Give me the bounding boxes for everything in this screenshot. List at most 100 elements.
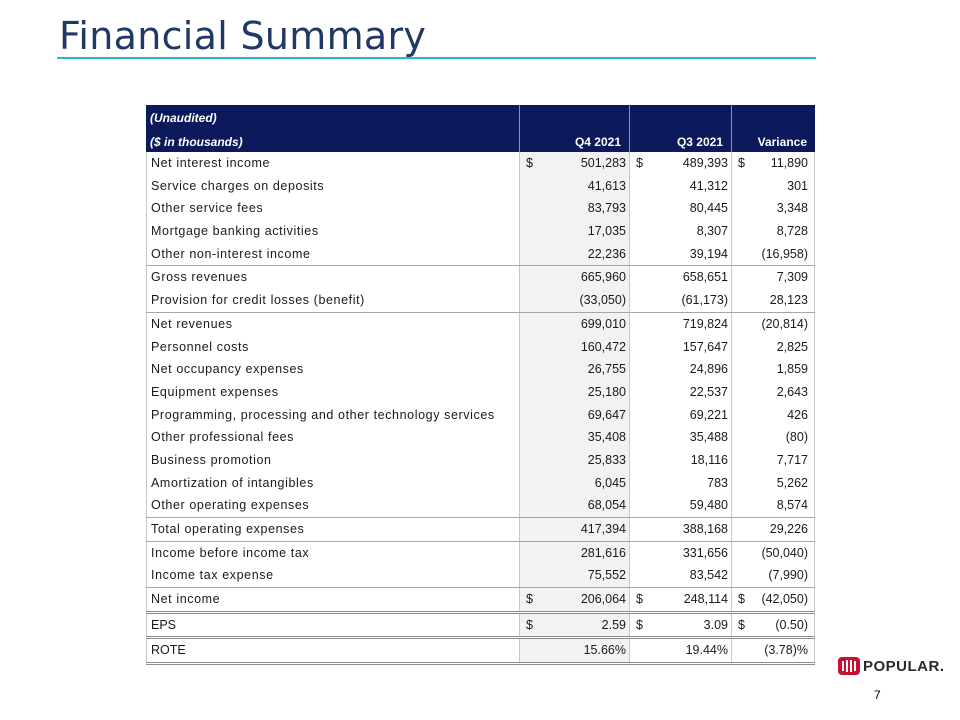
cell-q4: 22,236	[519, 242, 629, 266]
row-label: Income before income tax	[146, 541, 519, 565]
table-row: Other non-interest income 22,236 39,194 …	[146, 242, 815, 266]
cell-variance: 8,728	[731, 220, 815, 243]
cell-variance: (3.78)%	[731, 639, 815, 663]
cell-q4: 75,552	[519, 564, 629, 588]
header-q4-cell: Q4 2021	[519, 105, 629, 152]
table-row: Net revenues 699,010 719,824 (20,814)	[146, 311, 815, 336]
value-q3: 248,114	[683, 592, 728, 607]
value-variance: (42,050)	[761, 592, 808, 607]
page-title: Financial Summary	[59, 14, 427, 58]
table-row: Programming, processing and other techno…	[146, 403, 815, 427]
table-bottom-rule	[146, 662, 815, 666]
cell-q3: 59,480	[629, 494, 731, 518]
cell-q3: 19.44%	[629, 639, 731, 663]
table-row: EPS $2.59 $3.09 $ (0.50)	[146, 610, 815, 637]
row-label: Other non-interest income	[146, 242, 519, 266]
cell-q3: 83,542	[629, 564, 731, 588]
cell-q4: 417,394	[519, 518, 629, 541]
currency-symbol: $	[526, 617, 533, 632]
row-label: Net revenues	[146, 312, 519, 336]
cell-variance: 2,643	[731, 380, 815, 404]
cell-q4: 160,472	[519, 335, 629, 359]
cell-variance: $ (42,050)	[731, 588, 815, 611]
cell-variance: (20,814)	[731, 312, 815, 336]
cell-q3: 331,656	[629, 541, 731, 565]
table-row: Net occupancy expenses 26,755 24,896 1,8…	[146, 358, 815, 381]
popular-logo: POPULAR.	[838, 657, 945, 675]
column-header-q4: Q4 2021	[574, 135, 621, 149]
value-q4: 2.59	[601, 617, 626, 632]
row-label: Other operating expenses	[146, 494, 519, 518]
table-header: (Unaudited) ($ in thousands) Q4 2021 Q3 …	[146, 105, 815, 152]
table-row: Equipment expenses 25,180 22,537 2,643	[146, 380, 815, 404]
value-variance: (0.50)	[775, 617, 808, 632]
cell-variance: 1,859	[731, 358, 815, 381]
value-q3: 489,393	[682, 156, 728, 170]
popular-logo-icon	[838, 657, 860, 675]
currency-symbol: $	[636, 592, 643, 607]
row-label: Total operating expenses	[146, 518, 519, 541]
cell-q4: 6,045	[519, 471, 629, 495]
table-row: Income before income tax 281,616 331,656…	[146, 540, 815, 565]
cell-variance: 28,123	[731, 289, 815, 312]
table-row: Other operating expenses 68,054 59,480 8…	[146, 494, 815, 518]
cell-q4: 17,035	[519, 220, 629, 243]
cell-q3: 24,896	[629, 358, 731, 381]
cell-variance: (16,958)	[731, 242, 815, 266]
cell-q3: 8,307	[629, 220, 731, 243]
cell-variance: 301	[731, 174, 815, 198]
cell-q3: (61,173)	[629, 289, 731, 312]
cell-q3: 719,824	[629, 312, 731, 336]
cell-q4: $501,283	[519, 152, 629, 175]
cell-variance: 426	[731, 403, 815, 427]
cell-q4: $2.59	[519, 613, 629, 637]
row-label: Other professional fees	[146, 426, 519, 449]
cell-variance: (50,040)	[731, 541, 815, 565]
currency-symbol: $	[636, 156, 643, 170]
cell-q3: 39,194	[629, 242, 731, 266]
value-variance: 11,890	[770, 156, 808, 170]
table-row: Mortgage banking activities 17,035 8,307…	[146, 220, 815, 243]
cell-q4: 665,960	[519, 266, 629, 290]
cell-q4: 15.66%	[519, 639, 629, 663]
cell-q4: 35,408	[519, 426, 629, 449]
row-label: Net income	[146, 588, 519, 611]
table-row: Net interest income $501,283 $489,393 $1…	[146, 152, 815, 175]
cell-variance: 7,717	[731, 448, 815, 472]
title-underline	[57, 57, 816, 59]
cell-q3: 783	[629, 471, 731, 495]
header-label-cell: (Unaudited) ($ in thousands)	[146, 105, 519, 152]
value-q3: 3.09	[703, 617, 728, 632]
cell-variance: (80)	[731, 426, 815, 449]
row-label: Mortgage banking activities	[146, 220, 519, 243]
page-number: 7	[874, 688, 881, 702]
cell-variance: (7,990)	[731, 564, 815, 588]
financial-summary-table: (Unaudited) ($ in thousands) Q4 2021 Q3 …	[146, 105, 815, 666]
cell-q3: $248,114	[629, 588, 731, 611]
table-row: Net income $206,064 $248,114 $ (42,050)	[146, 587, 815, 611]
cell-q3: $489,393	[629, 152, 731, 175]
unaudited-label: (Unaudited)	[150, 111, 217, 125]
row-label: Amortization of intangibles	[146, 471, 519, 495]
table-row: Service charges on deposits 41,613 41,31…	[146, 174, 815, 198]
row-label: Business promotion	[146, 448, 519, 472]
table-row: Income tax expense 75,552 83,542 (7,990)	[146, 564, 815, 588]
table-row: Business promotion 25,833 18,116 7,717	[146, 448, 815, 472]
table-row: Personnel costs 160,472 157,647 2,825	[146, 335, 815, 359]
row-label: Net interest income	[146, 152, 519, 175]
table-row: ROTE 15.66% 19.44% (3.78)%	[146, 636, 815, 663]
cell-q4: 25,833	[519, 448, 629, 472]
cell-q4: 26,755	[519, 358, 629, 381]
currency-symbol: $	[738, 592, 745, 607]
currency-symbol: $	[738, 617, 745, 632]
cell-q3: 80,445	[629, 197, 731, 221]
header-variance-cell: Variance	[731, 105, 815, 152]
row-label: Personnel costs	[146, 335, 519, 359]
cell-q4: 25,180	[519, 380, 629, 404]
units-label: ($ in thousands)	[150, 135, 243, 149]
table-row: Other professional fees 35,408 35,488 (8…	[146, 426, 815, 449]
cell-q3: 658,651	[629, 266, 731, 290]
cell-q4: $206,064	[519, 588, 629, 611]
cell-q4: 83,793	[519, 197, 629, 221]
currency-symbol: $	[526, 592, 533, 607]
